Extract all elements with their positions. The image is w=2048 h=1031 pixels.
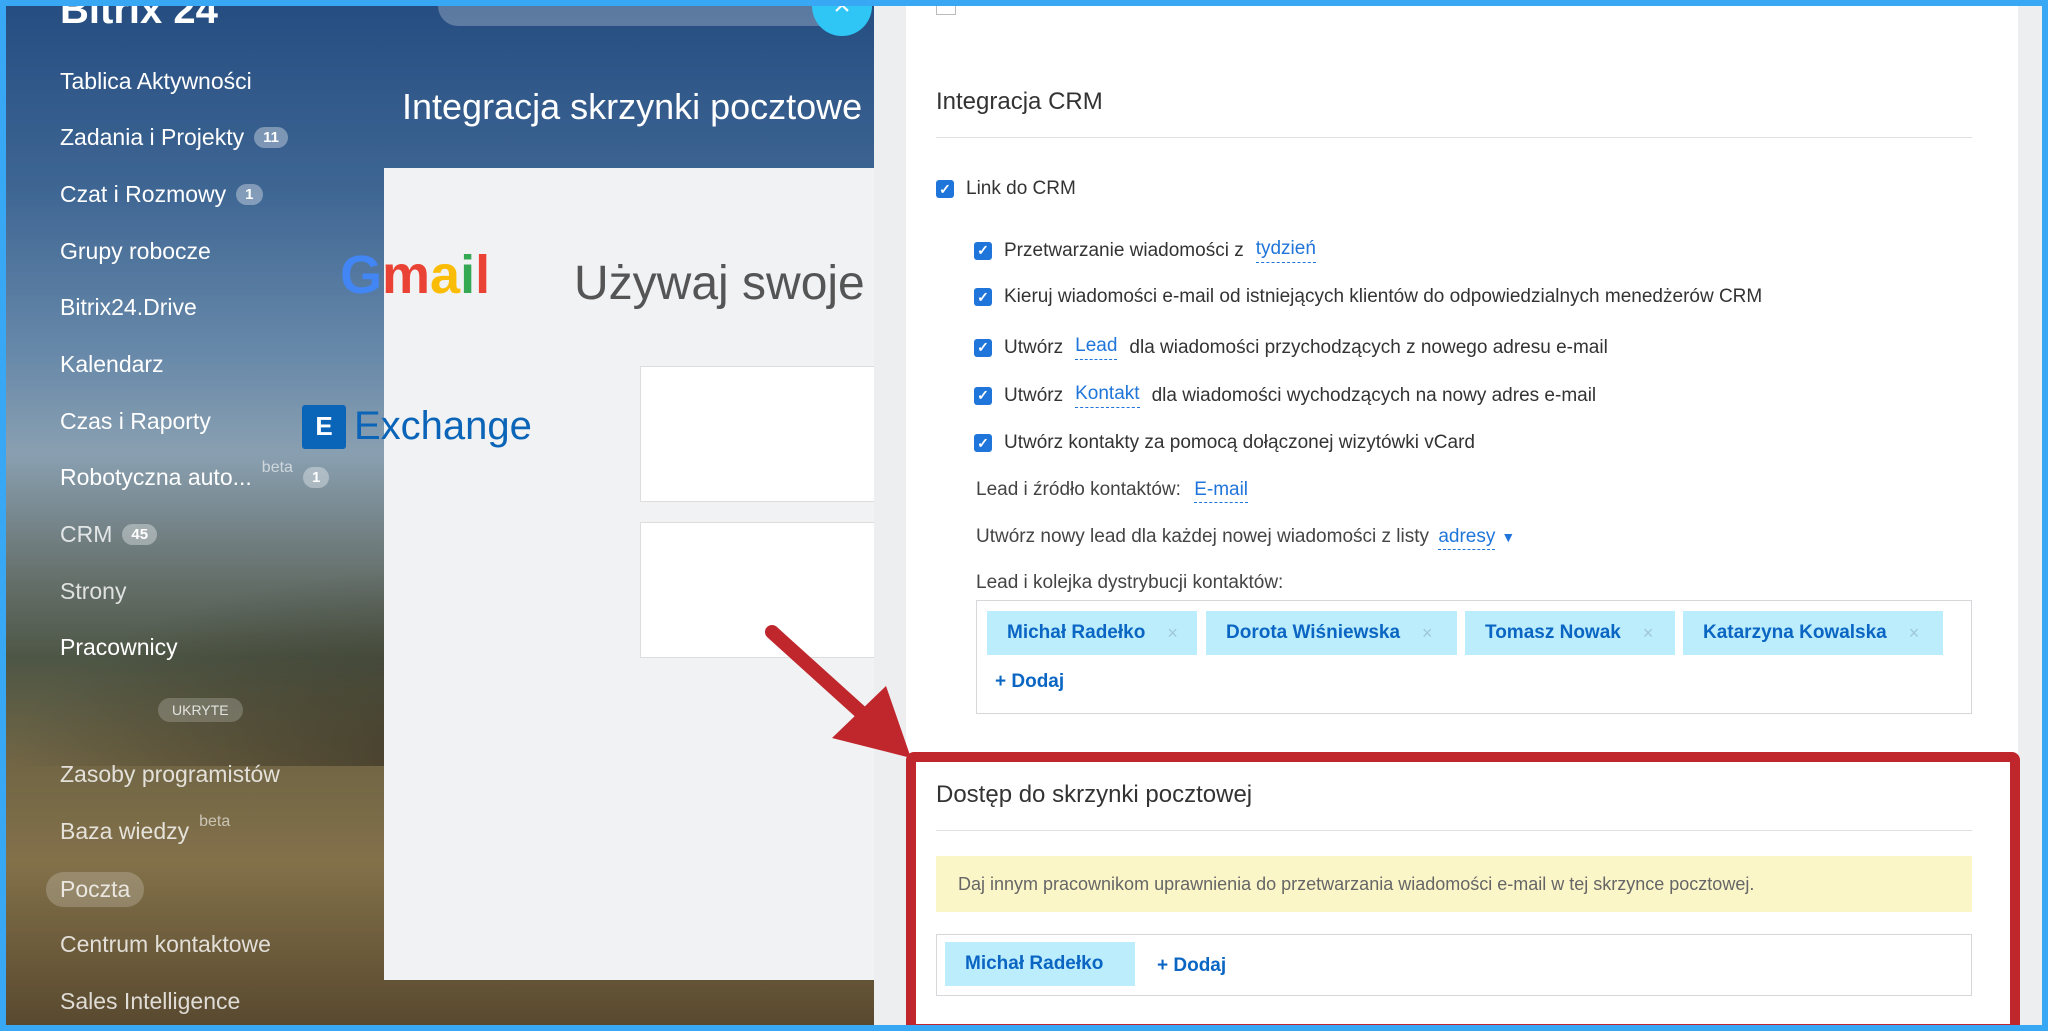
sidebar-item-mail[interactable]: Poczta (46, 872, 145, 907)
checkbox-checked-icon[interactable]: ✓ (974, 434, 992, 452)
user-chip[interactable]: Tomasz Nowak × (1465, 611, 1675, 655)
option-label: Utwórz (1004, 336, 1064, 358)
contact-link[interactable]: Kontakt (1075, 383, 1140, 408)
add-queue-user-link[interactable]: + Dodaj (995, 671, 1064, 693)
lead-source-row: Lead i źródło kontaktów: E-mail (976, 479, 1249, 503)
screenshot-frame: Bitrix 24 Tablica Aktywności Zadania i P… (0, 0, 2048, 1031)
sidebar-item-label: Bitrix24.Drive (60, 294, 197, 320)
lead-source-label: Lead i źródło kontaktów: (976, 479, 1181, 500)
crm-section-title: Integracja CRM (936, 88, 1103, 115)
close-icon[interactable]: × (1422, 623, 1433, 644)
beta-badge: beta (261, 458, 293, 476)
sidebar-item-chat[interactable]: Czat i Rozmowy 1 (60, 181, 263, 208)
sidebar-item-drive[interactable]: Bitrix24.Drive (60, 294, 197, 321)
user-chip-label: Katarzyna Kowalska (1703, 622, 1887, 643)
sidebar-item-activity[interactable]: Tablica Aktywności (60, 68, 252, 95)
highlight-box (906, 752, 2020, 1025)
exchange-icon: E (302, 404, 346, 449)
checkbox-checked-icon[interactable]: ✓ (936, 180, 954, 198)
close-icon[interactable]: × (1643, 623, 1654, 644)
sidebar-item-label: Baza wiedzy (60, 818, 190, 844)
sidebar-item-employees[interactable]: Pracownicy (60, 634, 178, 661)
user-chip-label: Michał Radełko (1007, 622, 1146, 643)
sidebar-item-tasks[interactable]: Zadania i Projekty 11 (60, 124, 288, 151)
lead-source-link[interactable]: E-mail (1194, 479, 1249, 503)
queue-label: Lead i kolejka dystrybucji kontaktów: (976, 572, 1284, 593)
option-label: Link do CRM (966, 178, 1076, 199)
new-lead-label: Utwórz nowy lead dla każdej nowej wiadom… (976, 526, 1430, 547)
exchange-label: Exchange (354, 404, 532, 448)
beta-badge: beta (199, 812, 231, 830)
exchange-logo: E Exchange (302, 404, 532, 449)
sidebar-item-label: Robotyczna auto... (60, 464, 252, 490)
sidebar-item-label: Czat i Rozmowy (60, 181, 227, 207)
sidebar-item-label: Zasoby programistów (60, 761, 280, 787)
chevron-down-icon[interactable]: ▼ (1501, 529, 1515, 545)
annotation-arrow-icon (765, 625, 911, 758)
option-label: Utwórz (1004, 384, 1064, 406)
header-search[interactable] (438, 6, 858, 26)
sidebar-item-dev-resources[interactable]: Zasoby programistów (60, 761, 280, 788)
sidebar-item-label: Pracownicy (60, 634, 178, 660)
hidden-section-label[interactable]: UKRYTE (158, 698, 243, 722)
sidebar-item-label: Kalendarz (60, 351, 164, 377)
process-messages-option[interactable]: ✓ Przetwarzanie wiadomości z tydzień (974, 238, 1316, 263)
new-lead-row: Utwórz nowy lead dla każdej nowej wiadom… (976, 526, 1515, 550)
user-chip-label: Tomasz Nowak (1485, 622, 1621, 643)
sidebar-item-time-reports[interactable]: Czas i Raporty (60, 408, 211, 435)
sidebar-item-knowledge-base[interactable]: Baza wiedzy beta (60, 813, 230, 845)
option-label: dla wiadomości wychodzących na nowy adre… (1151, 384, 1597, 406)
user-chip[interactable]: Katarzyna Kowalska × (1683, 611, 1943, 655)
count-badge: 11 (254, 127, 288, 148)
sidebar-item-sales-intelligence[interactable]: Sales Intelligence (60, 988, 240, 1015)
link-crm-option[interactable]: ✓ Link do CRM (936, 178, 1076, 200)
sidebar-item-crm[interactable]: CRM 45 (60, 521, 158, 548)
close-icon[interactable]: × (1909, 623, 1920, 644)
checkbox-checked-icon[interactable]: ✓ (974, 241, 992, 260)
address-list-link[interactable]: adresy (1438, 526, 1496, 550)
count-badge: 45 (122, 524, 158, 545)
sidebar-item-label: Czas i Raporty (60, 408, 211, 434)
option-label: Utwórz kontakty za pomocą dołączonej wiz… (1004, 432, 1475, 453)
section-divider (936, 137, 1972, 138)
close-icon[interactable]: × (1167, 623, 1178, 644)
route-messages-option[interactable]: ✓ Kieruj wiadomości e-mail od istniejący… (974, 286, 1762, 308)
count-badge: 1 (236, 184, 263, 205)
process-period-link[interactable]: tydzień (1255, 238, 1316, 263)
sidebar-item-label: Grupy robocze (60, 238, 211, 264)
vcard-option[interactable]: ✓ Utwórz kontakty za pomocą dołączonej w… (974, 432, 1475, 454)
lead-link[interactable]: Lead (1075, 335, 1118, 360)
sidebar-item-label: CRM (60, 521, 113, 547)
user-chip[interactable]: Dorota Wiśniewska × (1206, 611, 1457, 655)
gmail-logo: Gmail (340, 245, 491, 305)
checkbox-checked-icon[interactable]: ✓ (974, 338, 992, 357)
sidebar-item-label: Centrum kontaktowe (60, 931, 271, 957)
sidebar-item-label: Poczta (46, 872, 145, 907)
sidebar-item-calendar[interactable]: Kalendarz (60, 351, 164, 378)
sidebar-item-label: Sales Intelligence (60, 988, 241, 1014)
sidebar-item-workgroups[interactable]: Grupy robocze (60, 238, 211, 265)
count-badge: 1 (302, 467, 330, 488)
sidebar-item-label: Tablica Aktywności (60, 68, 252, 94)
gmail-tile[interactable] (640, 366, 900, 502)
option-label: Przetwarzanie wiadomości z (1004, 239, 1244, 261)
checkbox-checked-icon[interactable]: ✓ (974, 288, 992, 306)
option-label: dla wiadomości przychodzących z nowego a… (1129, 336, 1608, 358)
create-lead-option[interactable]: ✓ Utwórz Lead dla wiadomości przychodząc… (974, 335, 1608, 360)
checkbox-checked-icon[interactable]: ✓ (974, 386, 992, 405)
card-title: Używaj swoje (574, 257, 865, 310)
checkbox-partial[interactable] (936, 6, 956, 15)
sidebar-item-contact-center[interactable]: Centrum kontaktowe (60, 931, 271, 958)
page-title: Integracja skrzynki pocztowe (402, 86, 863, 127)
create-contact-option[interactable]: ✓ Utwórz Kontakt dla wiadomości wychodzą… (974, 383, 1596, 408)
distribution-queue-box[interactable]: Michał Radełko × Dorota Wiśniewska × Tomas… (976, 600, 1972, 714)
sidebar-item-sites[interactable]: Strony (60, 578, 126, 605)
user-chip[interactable]: Michał Radełko × (987, 611, 1197, 655)
option-label: Kieruj wiadomości e-mail od istniejących… (1004, 286, 1763, 307)
user-chip-label: Dorota Wiśniewska (1226, 622, 1401, 643)
sidebar-item-label: Zadania i Projekty (60, 124, 245, 150)
sidebar-item-automation[interactable]: Robotyczna auto... beta 1 (60, 459, 330, 491)
app-logo[interactable]: Bitrix 24 (60, 6, 218, 33)
sidebar-item-label: Strony (60, 578, 127, 604)
